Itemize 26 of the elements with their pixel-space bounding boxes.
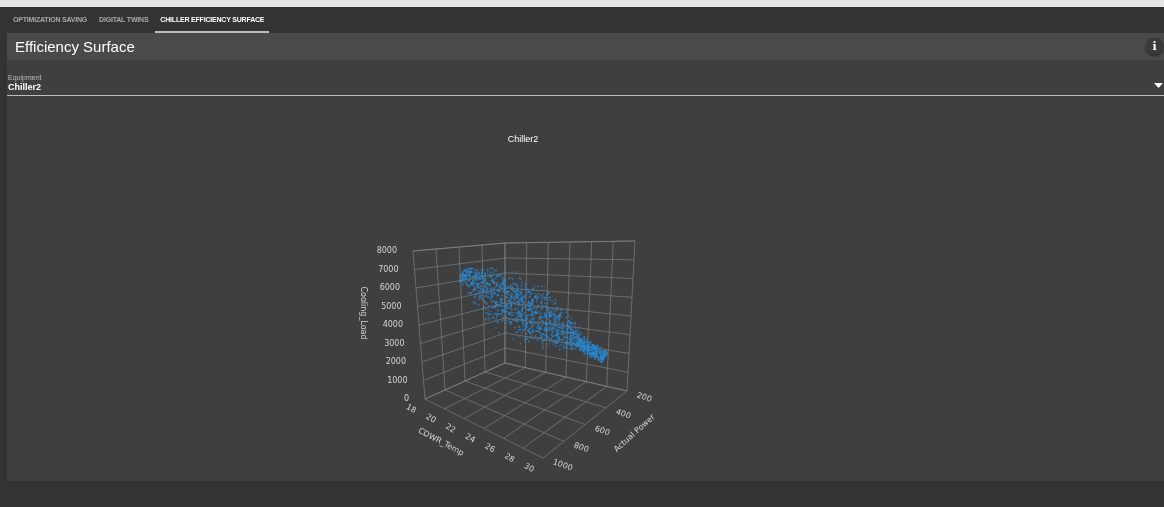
- tick-label: 7000: [378, 264, 399, 274]
- tick-label: 28: [502, 451, 517, 465]
- tick-label: 200: [635, 390, 654, 404]
- axis-title: Cooling_Load: [359, 286, 368, 340]
- tick-label: 0: [403, 394, 409, 403]
- panel-title: Efficiency Surface: [15, 38, 135, 55]
- tick-label: 600: [593, 423, 612, 438]
- tick-label: 400: [614, 407, 633, 421]
- tick-label: 18: [404, 402, 418, 415]
- tick-label: 1000: [551, 457, 574, 473]
- field-value: Chiller2: [8, 82, 41, 92]
- caret-icon: [1154, 83, 1163, 88]
- info-button[interactable]: i: [1146, 38, 1163, 55]
- tick-label: 24: [463, 431, 477, 445]
- tick-label: 800: [572, 440, 591, 455]
- chart-title: Chiller2: [507, 134, 539, 144]
- tick-label: 3000: [384, 338, 405, 348]
- tick-label: 5000: [381, 301, 402, 311]
- tick-label: 30: [522, 461, 536, 474]
- tick-label: 2000: [385, 357, 406, 366]
- tick-label: 4000: [382, 320, 403, 329]
- tick-label: 1000: [387, 375, 408, 385]
- tick-label: 20: [424, 411, 438, 425]
- tick-label: 6000: [379, 283, 400, 292]
- tick-label: 26: [483, 441, 497, 455]
- tick-label: 8000: [376, 246, 397, 255]
